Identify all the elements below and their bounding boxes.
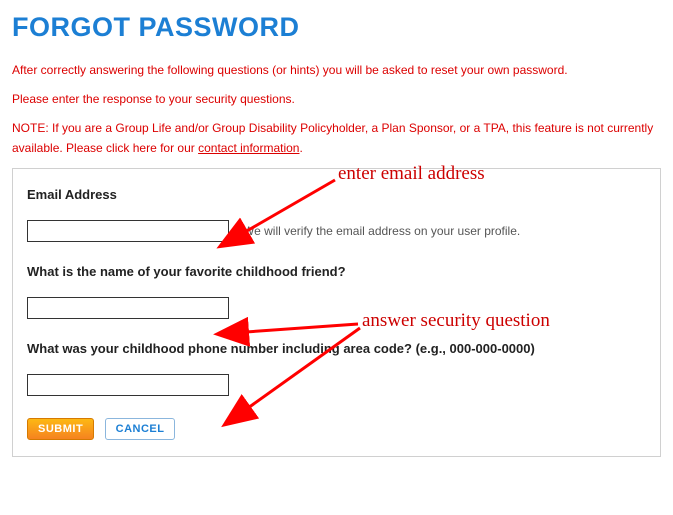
email-input[interactable] (27, 220, 229, 242)
submit-button[interactable]: SUBMIT (27, 418, 94, 440)
contact-information-link[interactable]: contact information (198, 141, 299, 155)
email-helper-text: We will verify the email address on your… (243, 224, 520, 238)
security-answer-1-input[interactable] (27, 297, 229, 319)
instruction-line-1: After correctly answering the following … (12, 61, 661, 80)
form-panel: Email Address We will verify the email a… (12, 168, 661, 457)
security-question-2-label: What was your childhood phone number inc… (27, 341, 646, 356)
button-row: SUBMIT CANCEL (27, 418, 646, 440)
note-prefix: NOTE: If you are a Group Life and/or Gro… (12, 121, 653, 154)
page-title: FORGOT PASSWORD (12, 12, 661, 43)
instruction-line-2: Please enter the response to your securi… (12, 90, 661, 109)
security-question-1-label: What is the name of your favorite childh… (27, 264, 646, 279)
security-answer-2-input[interactable] (27, 374, 229, 396)
note-suffix: . (299, 141, 302, 155)
instruction-note: NOTE: If you are a Group Life and/or Gro… (12, 119, 661, 157)
email-label: Email Address (27, 187, 646, 202)
cancel-button[interactable]: CANCEL (105, 418, 176, 440)
